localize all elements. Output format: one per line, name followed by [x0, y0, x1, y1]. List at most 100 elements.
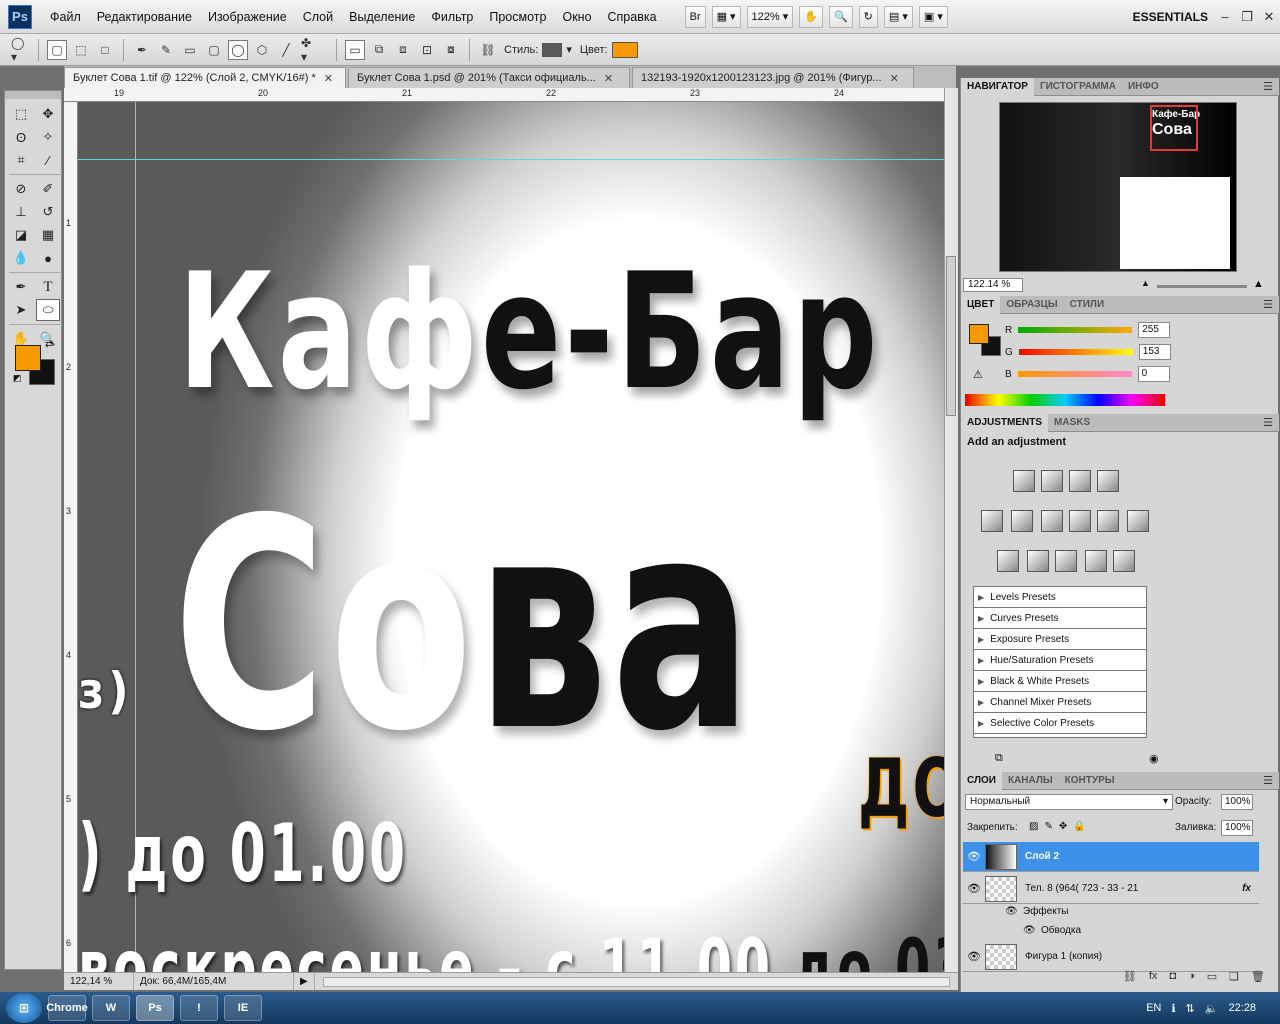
- network-icon[interactable]: ⇅: [1186, 1002, 1195, 1015]
- eyedropper-tool[interactable]: ⁄: [36, 149, 60, 171]
- crop-tool[interactable]: ⌗: [9, 149, 33, 171]
- menu-window[interactable]: Окно: [554, 10, 599, 24]
- taskbar-word[interactable]: W: [92, 995, 130, 1021]
- gradient-tool[interactable]: ▦: [36, 224, 60, 246]
- tab-color[interactable]: ЦВЕТ: [961, 295, 1001, 314]
- restore-icon[interactable]: ❐: [1236, 9, 1258, 25]
- close-icon[interactable]: ✕: [604, 72, 613, 88]
- blend-mode-select[interactable]: Нормальный ▾: [965, 794, 1173, 810]
- tab-styles[interactable]: СТИЛИ: [1064, 296, 1110, 314]
- eraser-tool[interactable]: ◪: [9, 224, 33, 246]
- minimize-icon[interactable]: –: [1214, 9, 1236, 24]
- tab-paths[interactable]: КОНТУРЫ: [1059, 772, 1121, 790]
- workspace-switcher[interactable]: ESSENTIALS: [1127, 10, 1214, 24]
- exposure-icon[interactable]: [1097, 470, 1119, 492]
- eye-icon[interactable]: 👁: [963, 882, 985, 895]
- healing-brush-tool[interactable]: ⊘: [9, 178, 33, 200]
- marquee-tool[interactable]: ⬚: [9, 103, 33, 125]
- fx-badge[interactable]: fx: [1242, 883, 1251, 894]
- zoom-in-icon[interactable]: ▲: [1253, 278, 1264, 290]
- vibrance-icon[interactable]: [981, 510, 1003, 532]
- menu-file[interactable]: Файл: [42, 10, 89, 24]
- color-spectrum[interactable]: [965, 394, 1165, 406]
- dodge-tool[interactable]: ●: [36, 247, 60, 269]
- move-tool[interactable]: ✥: [36, 103, 60, 125]
- guide-line[interactable]: [78, 159, 944, 160]
- polygon-option[interactable]: ⬡: [252, 40, 272, 60]
- type-tool[interactable]: T: [36, 276, 60, 298]
- history-brush-tool[interactable]: ↺: [36, 201, 60, 223]
- ellipse-tool[interactable]: ⬭: [36, 299, 60, 321]
- menu-image[interactable]: Изображение: [200, 10, 295, 24]
- taskbar-ie[interactable]: IE: [224, 995, 262, 1021]
- posterize-icon[interactable]: [1027, 550, 1049, 572]
- tool-preset-picker[interactable]: ◯ ▾: [10, 36, 30, 64]
- invert-icon[interactable]: [997, 550, 1019, 572]
- channel-value[interactable]: 255: [1138, 322, 1171, 338]
- paths-button[interactable]: ⬚: [71, 40, 91, 60]
- add-mask-icon[interactable]: ◘: [1169, 970, 1176, 990]
- tools-panel-header[interactable]: [5, 91, 61, 99]
- color-fg-swatch[interactable]: [969, 324, 989, 344]
- view-extras-button[interactable]: ▦ ▾: [711, 5, 741, 28]
- eye-icon[interactable]: 👁: [963, 850, 985, 863]
- curves-icon[interactable]: [1069, 470, 1091, 492]
- intersect-shape-button[interactable]: ⊡: [417, 40, 437, 60]
- color-balance-icon[interactable]: [1041, 510, 1063, 532]
- trash-icon[interactable]: 🗑: [1251, 970, 1265, 990]
- exclude-shape-button[interactable]: ⧇: [441, 40, 461, 60]
- scrollbar-thumb[interactable]: [946, 256, 956, 416]
- pen-tool[interactable]: ✒: [9, 276, 33, 298]
- layer-row[interactable]: 👁 Фигура 1 (копия): [963, 942, 1259, 972]
- rounded-rectangle-option[interactable]: ▢: [204, 40, 224, 60]
- screen-mode-button[interactable]: ▣ ▾: [918, 5, 948, 28]
- hand-tool-button[interactable]: ✋: [799, 5, 823, 28]
- zoom-out-icon[interactable]: ▲: [1141, 278, 1150, 288]
- vertical-scrollbar[interactable]: [944, 88, 958, 972]
- zoom-readout[interactable]: 122,14 %: [64, 973, 134, 990]
- subtract-shape-button[interactable]: ⧈: [393, 40, 413, 60]
- eye-icon[interactable]: 👁: [963, 950, 985, 963]
- horizontal-ruler[interactable]: 19 20 21 22 23 24: [64, 88, 944, 102]
- tab-swatches[interactable]: ОБРАЗЦЫ: [1000, 296, 1063, 314]
- menu-select[interactable]: Выделение: [341, 10, 423, 24]
- hue-saturation-icon[interactable]: [1011, 510, 1033, 532]
- freeform-pen-option[interactable]: ✎: [156, 40, 176, 60]
- menu-layer[interactable]: Слой: [295, 10, 341, 24]
- channel-value[interactable]: 0: [1137, 366, 1170, 382]
- tab-buklet-tif[interactable]: Буклет Сова 1.tif @ 122% (Слой 2, CMYK/1…: [64, 67, 346, 88]
- tab-channels[interactable]: КАНАЛЫ: [1002, 772, 1059, 790]
- magic-wand-tool[interactable]: ✧: [36, 126, 60, 148]
- preset-item[interactable]: ▶ Levels Presets: [974, 587, 1146, 608]
- preset-item[interactable]: ▶ Channel Mixer Presets: [974, 692, 1146, 713]
- taskbar-chrome[interactable]: Chrome: [46, 995, 88, 1021]
- preset-item[interactable]: ▶ Hue/Saturation Presets: [974, 650, 1146, 671]
- layer-row[interactable]: 👁 Слой 2: [963, 842, 1259, 872]
- fill-pixels-button[interactable]: □: [95, 40, 115, 60]
- panel-menu-icon[interactable]: ☰: [1263, 774, 1279, 787]
- photo-filter-icon[interactable]: [1097, 510, 1119, 532]
- brush-tool[interactable]: ✐: [36, 178, 60, 200]
- status-menu-icon[interactable]: ▶: [294, 973, 315, 990]
- panel-menu-icon[interactable]: ☰: [1263, 80, 1279, 93]
- tab-info[interactable]: ИНФО: [1122, 78, 1165, 96]
- document-canvas[interactable]: з) Кафе-Бар Сова ДО ) до 01.00 воскресен…: [78, 102, 944, 972]
- new-group-icon[interactable]: ▭: [1207, 970, 1217, 990]
- navigator-thumbnail[interactable]: Кафе-Бар Сова: [999, 102, 1237, 272]
- volume-icon[interactable]: 🔈: [1205, 1002, 1219, 1015]
- link-layer-button[interactable]: ⛓: [478, 40, 498, 60]
- menu-filter[interactable]: Фильтр: [423, 10, 481, 24]
- tab-buklet-psd[interactable]: Буклет Сова 1.psd @ 201% (Такси официаль…: [348, 67, 630, 88]
- fill-field[interactable]: 100%: [1221, 820, 1253, 836]
- eye-icon[interactable]: 👁: [1023, 925, 1036, 936]
- language-indicator[interactable]: EN: [1146, 1002, 1161, 1014]
- default-colors-icon[interactable]: ◩: [13, 373, 22, 384]
- link-layers-icon[interactable]: ⛓: [1123, 970, 1137, 990]
- style-swatch[interactable]: [542, 42, 563, 57]
- new-adjustment-icon[interactable]: ◑: [1188, 970, 1195, 990]
- channel-slider[interactable]: [1017, 371, 1132, 377]
- channel-mixer-icon[interactable]: [1127, 510, 1149, 532]
- taskbar-warning-app[interactable]: !: [180, 995, 218, 1021]
- taskbar-photoshop[interactable]: Ps: [136, 995, 174, 1021]
- panel-menu-icon[interactable]: ☰: [1263, 298, 1279, 311]
